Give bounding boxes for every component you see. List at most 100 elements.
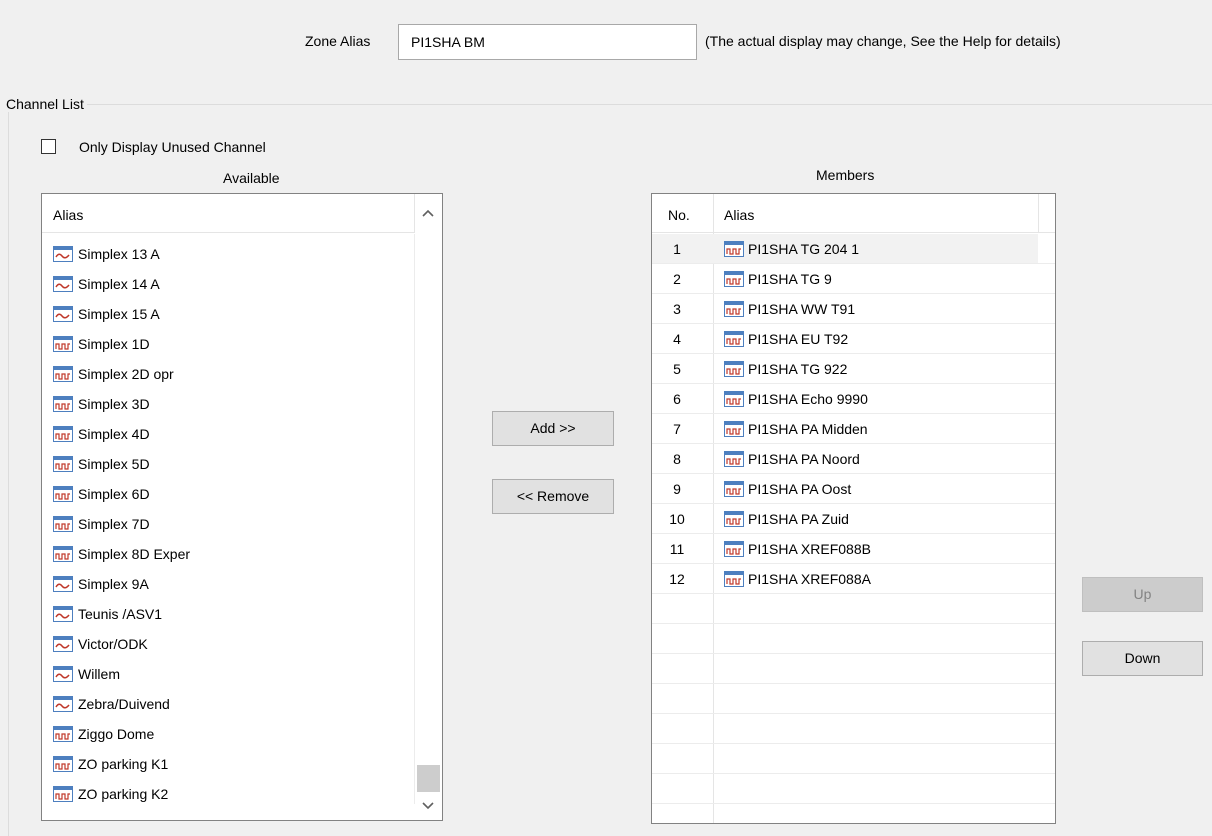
digital-channel-icon <box>724 391 744 407</box>
zone-alias-hint: (The actual display may change, See the … <box>705 33 1061 49</box>
members-title: Members <box>816 167 875 183</box>
table-row[interactable]: 1 PI1SHA TG 204 1 <box>652 234 1038 264</box>
list-item[interactable]: Zebra/Duivend <box>42 689 415 719</box>
digital-channel-icon <box>724 271 744 287</box>
zone-alias-input[interactable] <box>398 24 697 60</box>
only-unused-checkbox[interactable] <box>41 139 56 154</box>
list-item[interactable]: Simplex 2D opr <box>42 359 415 389</box>
member-alias: PI1SHA PA Noord <box>748 451 860 467</box>
member-number: 4 <box>673 331 681 347</box>
available-column-alias[interactable]: Alias <box>53 194 83 233</box>
list-item[interactable]: Willem <box>42 659 415 689</box>
member-alias: PI1SHA WW T91 <box>748 301 856 317</box>
table-row[interactable]: 4 PI1SHA EU T92 <box>652 324 1038 354</box>
available-scrollbar[interactable] <box>415 194 442 820</box>
table-row[interactable]: 9 PI1SHA PA Oost <box>652 474 1038 504</box>
table-row[interactable]: 2 PI1SHA TG 9 <box>652 264 1038 294</box>
member-alias: PI1SHA EU T92 <box>748 331 849 347</box>
member-number: 7 <box>673 421 681 437</box>
list-item[interactable]: ZO parking K2 <box>42 779 415 809</box>
list-item-label: Simplex 5D <box>78 456 150 472</box>
member-alias: PI1SHA PA Midden <box>748 421 868 437</box>
list-item[interactable]: ZO parking K1 <box>42 749 415 779</box>
members-column-alias[interactable]: Alias <box>724 194 754 233</box>
member-alias: PI1SHA Echo 9990 <box>748 391 868 407</box>
available-header: Alias <box>42 194 415 233</box>
member-alias: PI1SHA PA Oost <box>748 481 852 497</box>
members-column-no[interactable]: No. <box>668 194 690 233</box>
digital-channel-icon <box>724 241 744 257</box>
available-list[interactable]: Alias Simplex 13 A Simplex 14 A Simplex 15… <box>41 193 443 821</box>
list-item-label: Ziggo Dome <box>78 726 155 742</box>
analog-channel-icon <box>53 606 73 622</box>
list-item[interactable]: Victor/ODK <box>42 629 415 659</box>
digital-channel-icon <box>724 361 744 377</box>
table-row[interactable]: 6 PI1SHA Echo 9990 <box>652 384 1038 414</box>
up-button[interactable]: Up <box>1082 577 1203 612</box>
table-row[interactable]: 3 PI1SHA WW T91 <box>652 294 1038 324</box>
channel-list-group-border-left <box>8 104 9 836</box>
list-item[interactable]: Simplex 8D Exper <box>42 539 415 569</box>
digital-channel-icon <box>724 511 744 527</box>
digital-channel-icon <box>724 421 744 437</box>
scroll-down-arrow-icon[interactable] <box>421 798 435 812</box>
scroll-up-arrow-icon[interactable] <box>421 207 435 221</box>
list-item[interactable]: Simplex 6D <box>42 479 415 509</box>
list-item[interactable]: Simplex 7D <box>42 509 415 539</box>
member-alias: PI1SHA XREF088A <box>748 571 871 587</box>
list-item-label: ZO parking K2 <box>78 786 169 802</box>
member-number: 9 <box>673 481 681 497</box>
analog-channel-icon <box>53 246 73 262</box>
add-button[interactable]: Add >> <box>492 411 614 446</box>
members-list[interactable]: No. Alias 1 PI1SHA TG 204 1 2 PI1SHA TG 9 3 P… <box>651 193 1056 824</box>
table-row[interactable]: 5 PI1SHA TG 922 <box>652 354 1038 384</box>
digital-channel-icon <box>724 451 744 467</box>
member-alias: PI1SHA TG 204 1 <box>748 241 860 257</box>
down-button[interactable]: Down <box>1082 641 1203 676</box>
digital-channel-icon <box>53 426 73 442</box>
table-row[interactable]: 8 PI1SHA PA Noord <box>652 444 1038 474</box>
member-number: 8 <box>673 451 681 467</box>
remove-button[interactable]: << Remove <box>492 479 614 514</box>
list-item-label: Simplex 7D <box>78 516 150 532</box>
member-alias: PI1SHA TG 922 <box>748 361 848 377</box>
list-item[interactable]: Simplex 9A <box>42 569 415 599</box>
list-item[interactable]: Simplex 5D <box>42 449 415 479</box>
table-row[interactable]: 11 PI1SHA XREF088B <box>652 534 1038 564</box>
list-item-label: Simplex 1D <box>78 336 150 352</box>
member-number: 6 <box>673 391 681 407</box>
list-item[interactable]: Simplex 15 A <box>42 299 415 329</box>
list-item[interactable]: Simplex 3D <box>42 389 415 419</box>
member-alias: PI1SHA XREF088B <box>748 541 871 557</box>
list-item-label: Simplex 15 A <box>78 306 160 322</box>
list-item[interactable]: Simplex 4D <box>42 419 415 449</box>
list-item[interactable]: Ziggo Dome <box>42 719 415 749</box>
scrollbar-thumb[interactable] <box>417 765 440 792</box>
analog-channel-icon <box>53 666 73 682</box>
table-row[interactable]: 10 PI1SHA PA Zuid <box>652 504 1038 534</box>
available-title: Available <box>223 170 280 186</box>
list-item-label: Simplex 8D Exper <box>78 546 191 562</box>
list-item[interactable]: Teunis /ASV1 <box>42 599 415 629</box>
list-item-label: Simplex 6D <box>78 486 150 502</box>
list-item[interactable]: Simplex 1D <box>42 329 415 359</box>
list-item[interactable]: Simplex 13 A <box>42 239 415 269</box>
only-unused-label[interactable]: Only Display Unused Channel <box>79 139 266 155</box>
digital-channel-icon <box>53 786 73 802</box>
digital-channel-icon <box>53 366 73 382</box>
table-row[interactable]: 12 PI1SHA XREF088A <box>652 564 1038 594</box>
digital-channel-icon <box>724 541 744 557</box>
member-alias: PI1SHA PA Zuid <box>748 511 849 527</box>
digital-channel-icon <box>724 481 744 497</box>
list-item-label: Simplex 2D opr <box>78 366 174 382</box>
table-row[interactable]: 7 PI1SHA PA Midden <box>652 414 1038 444</box>
digital-channel-icon <box>724 301 744 317</box>
member-alias: PI1SHA TG 9 <box>748 271 832 287</box>
list-item[interactable]: Simplex 14 A <box>42 269 415 299</box>
analog-channel-icon <box>53 576 73 592</box>
digital-channel-icon <box>53 396 73 412</box>
analog-channel-icon <box>53 696 73 712</box>
zone-alias-label: Zone Alias <box>305 33 371 49</box>
digital-channel-icon <box>724 571 744 587</box>
list-item-label: Simplex 3D <box>78 396 150 412</box>
